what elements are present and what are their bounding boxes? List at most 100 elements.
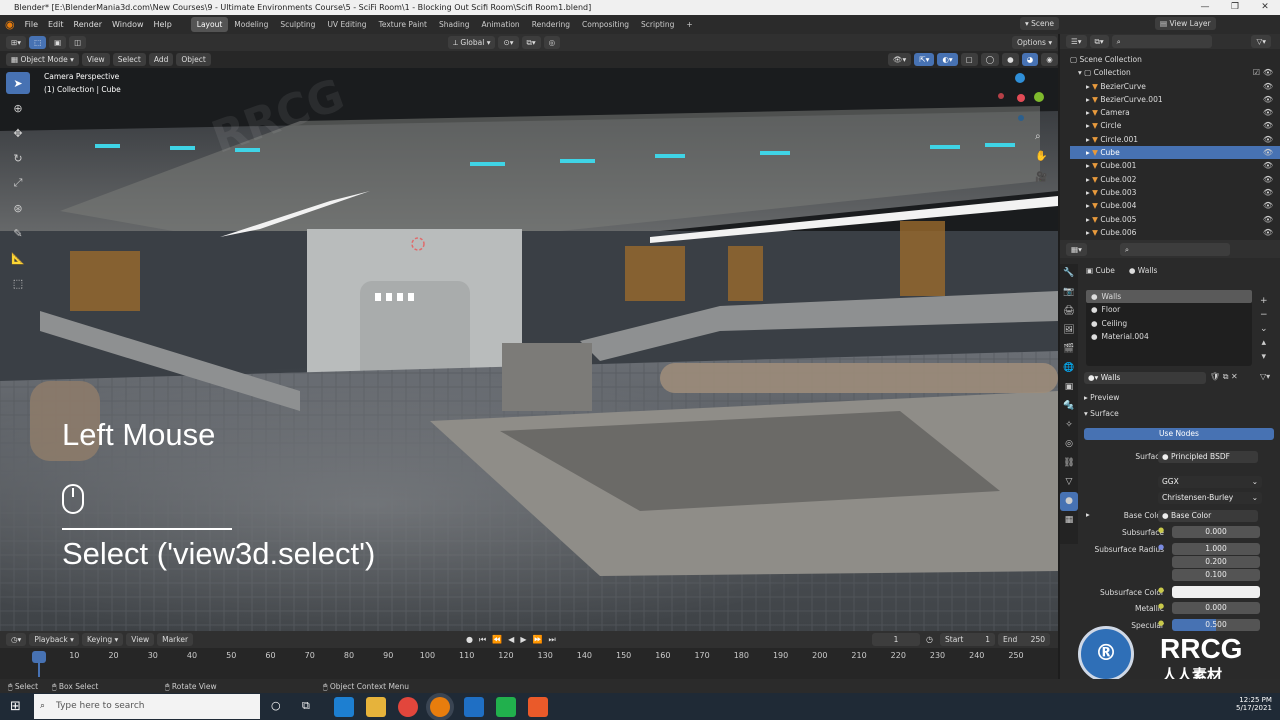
outliner-row[interactable]: ▸ ▼ Cube.004 👁	[1070, 199, 1280, 212]
visibility-icon[interactable]: 👁▾	[888, 53, 912, 66]
material-datablock-field[interactable]: ●▾ Walls	[1084, 372, 1206, 384]
workspace-tab-texture-paint[interactable]: Texture Paint	[373, 17, 433, 32]
rotate-tool-icon[interactable]: ↻	[6, 147, 30, 169]
outliner-row[interactable]: ▸ ▼ Cube.006 👁	[1070, 226, 1280, 239]
base-color-field[interactable]: ● Base Color	[1158, 510, 1258, 522]
view-layer-tab-icon[interactable]: 🖼	[1060, 321, 1078, 340]
cortana-icon[interactable]: ○	[271, 699, 281, 712]
outliner-type-icon[interactable]: ☰▾	[1066, 35, 1087, 48]
subsurface-color-swatch[interactable]	[1172, 586, 1260, 598]
collection-checkbox-icon[interactable]: ☑	[1253, 66, 1260, 79]
outliner-filter-icon[interactable]: ▽▾	[1251, 35, 1271, 48]
move-tool-icon[interactable]: ✥	[6, 122, 30, 144]
world-tab-icon[interactable]: 🌐	[1060, 359, 1078, 378]
metallic-field[interactable]: 0.000	[1172, 602, 1260, 614]
camera-view-icon[interactable]: 🎥	[1035, 172, 1047, 183]
overlay-icon[interactable]: ◐▾	[937, 53, 958, 66]
tool-tab-icon[interactable]: 🔧	[1060, 264, 1078, 283]
remove-slot-icon[interactable]: −	[1260, 308, 1268, 322]
workspace-tab-sculpting[interactable]: Sculpting	[274, 17, 321, 32]
snap-icon[interactable]: ⧉▾	[521, 36, 541, 49]
surface-shader-field[interactable]: ● Principled BSDF	[1158, 451, 1258, 463]
visibility-eye-icon[interactable]: 👁	[1263, 186, 1273, 199]
object-mode-dropdown[interactable]: ▦ Object Mode ▾	[6, 53, 79, 66]
outliner-display-mode-icon[interactable]: ⧉▾	[1089, 35, 1109, 48]
camtasia-icon[interactable]	[496, 697, 516, 717]
outliner-row[interactable]: ▸ ▼ Cube.001 👁	[1070, 159, 1280, 172]
outliner-row[interactable]: ▸ ▼ Cube.005 👁	[1070, 213, 1280, 226]
workspace-tab-rendering[interactable]: Rendering	[526, 17, 576, 32]
windows-start-icon[interactable]: ⊞	[10, 699, 21, 714]
shading-wireframe-icon[interactable]: ◯	[980, 53, 1000, 66]
menu-edit[interactable]: Edit	[43, 20, 69, 29]
gizmo-x-axis-icon[interactable]	[1017, 94, 1025, 102]
visibility-eye-icon[interactable]: 👁	[1263, 106, 1273, 119]
material-slot-material-004[interactable]: ● Material.004	[1086, 330, 1252, 343]
output-tab-icon[interactable]: 🖨	[1060, 302, 1078, 321]
3d-viewport[interactable]: Camera Perspective (1) Collection | Cube…	[0, 51, 1058, 631]
proportional-edit-icon[interactable]: ◎	[543, 36, 561, 49]
viewport-menu-view[interactable]: View	[81, 53, 110, 66]
blender-taskbar-icon[interactable]	[430, 697, 450, 717]
annotate-tool-icon[interactable]: ✎	[6, 222, 30, 244]
collection-row[interactable]: ▾ ▢ Collection ☑ 👁	[1070, 66, 1280, 79]
viewport-menu-add[interactable]: Add	[148, 53, 174, 66]
workspace-tab-compositing[interactable]: Compositing	[576, 17, 635, 32]
pan-hand-icon[interactable]: ✋	[1035, 151, 1047, 162]
recorder-icon[interactable]	[528, 697, 548, 717]
photos-icon[interactable]	[464, 697, 484, 717]
render-tab-icon[interactable]: 📷	[1060, 283, 1078, 302]
taskbar-clock[interactable]: 12:25 PM 5/17/2021	[1236, 696, 1272, 712]
gizmo-z-axis-icon[interactable]	[1015, 73, 1025, 83]
visibility-eye-icon[interactable]: 👁	[1263, 146, 1273, 159]
chrome-icon[interactable]	[398, 697, 418, 717]
scene-tab-icon[interactable]: 🎬	[1060, 340, 1078, 359]
constraints-tab-icon[interactable]: ⛓	[1060, 454, 1078, 473]
visibility-eye-icon[interactable]: 👁	[1263, 93, 1273, 106]
subsurface-radius-z-field[interactable]: 0.100	[1172, 569, 1260, 581]
file-explorer-icon[interactable]	[366, 697, 386, 717]
scale-tool-icon[interactable]: ⤢	[6, 172, 30, 194]
outliner-row[interactable]: ▸ ▼ Cube 👁	[1070, 146, 1280, 160]
distribution-dropdown[interactable]: GGX ⌄	[1158, 476, 1262, 488]
pivot-icon[interactable]: ⊙▾	[498, 36, 519, 49]
specular-slider[interactable]: 0.500	[1172, 619, 1260, 631]
shading-rendered-icon[interactable]: ◉	[1041, 53, 1058, 66]
edge-icon[interactable]	[334, 697, 354, 717]
subsurface-radius-y-field[interactable]: 0.200	[1172, 556, 1260, 568]
timeline-ruler[interactable]: 1102030405060708090100110120130140150160…	[0, 631, 1058, 679]
modifier-tab-icon[interactable]: 🔩	[1060, 397, 1078, 416]
close-icon[interactable]: ✕	[1250, 0, 1280, 15]
transform-orientation-dropdown[interactable]: ⟂ Global ▾	[448, 36, 496, 49]
surface-panel-header[interactable]: ▾ Surface	[1084, 407, 1119, 420]
select-tool-icon[interactable]: ➤	[6, 72, 30, 94]
visibility-eye-icon[interactable]: 👁	[1263, 119, 1273, 132]
menu-help[interactable]: Help	[149, 20, 177, 29]
add-cube-tool-icon[interactable]: ⬚	[6, 272, 30, 294]
physics-tab-icon[interactable]: ◎	[1060, 435, 1078, 454]
xray-icon[interactable]: ▢	[960, 53, 978, 66]
options-dropdown[interactable]: Options ▾	[1012, 36, 1058, 49]
particles-tab-icon[interactable]: ✧	[1060, 416, 1078, 435]
select-box-icon[interactable]: ▣	[49, 36, 67, 49]
outliner-row[interactable]: ▸ ▼ Camera 👁	[1070, 106, 1280, 119]
playhead[interactable]	[32, 651, 46, 663]
use-nodes-button[interactable]: Use Nodes	[1084, 428, 1274, 440]
menu-render[interactable]: Render	[69, 20, 107, 29]
workspace-tab-modeling[interactable]: Modeling	[228, 17, 274, 32]
task-view-icon[interactable]: ⧉	[302, 699, 310, 713]
gizmo-y-axis-icon[interactable]	[1034, 92, 1044, 102]
workspace-tab-animation[interactable]: Animation	[475, 17, 525, 32]
outliner-row[interactable]: ▸ ▼ BezierCurve.001 👁	[1070, 93, 1280, 106]
outliner-row[interactable]: ▸ ▼ BezierCurve 👁	[1070, 80, 1280, 93]
select-mode-icon[interactable]: ⬚	[29, 36, 47, 49]
visibility-eye-icon[interactable]: 👁	[1263, 159, 1273, 172]
material-datablock-icons[interactable]: 🛡 ⧉ ✕	[1210, 372, 1238, 382]
scene-selector[interactable]: ▾ Scene	[1020, 17, 1060, 30]
add-slot-icon[interactable]: +	[1260, 294, 1268, 308]
slot-specials-icon[interactable]: ⌄	[1260, 322, 1268, 336]
shading-material-icon[interactable]: ◕	[1021, 53, 1039, 66]
data-tab-icon[interactable]: ▽	[1060, 473, 1078, 492]
collection-visibility-icon[interactable]: 👁	[1263, 66, 1273, 79]
outliner-search-input[interactable]: ⌕	[1111, 35, 1212, 48]
